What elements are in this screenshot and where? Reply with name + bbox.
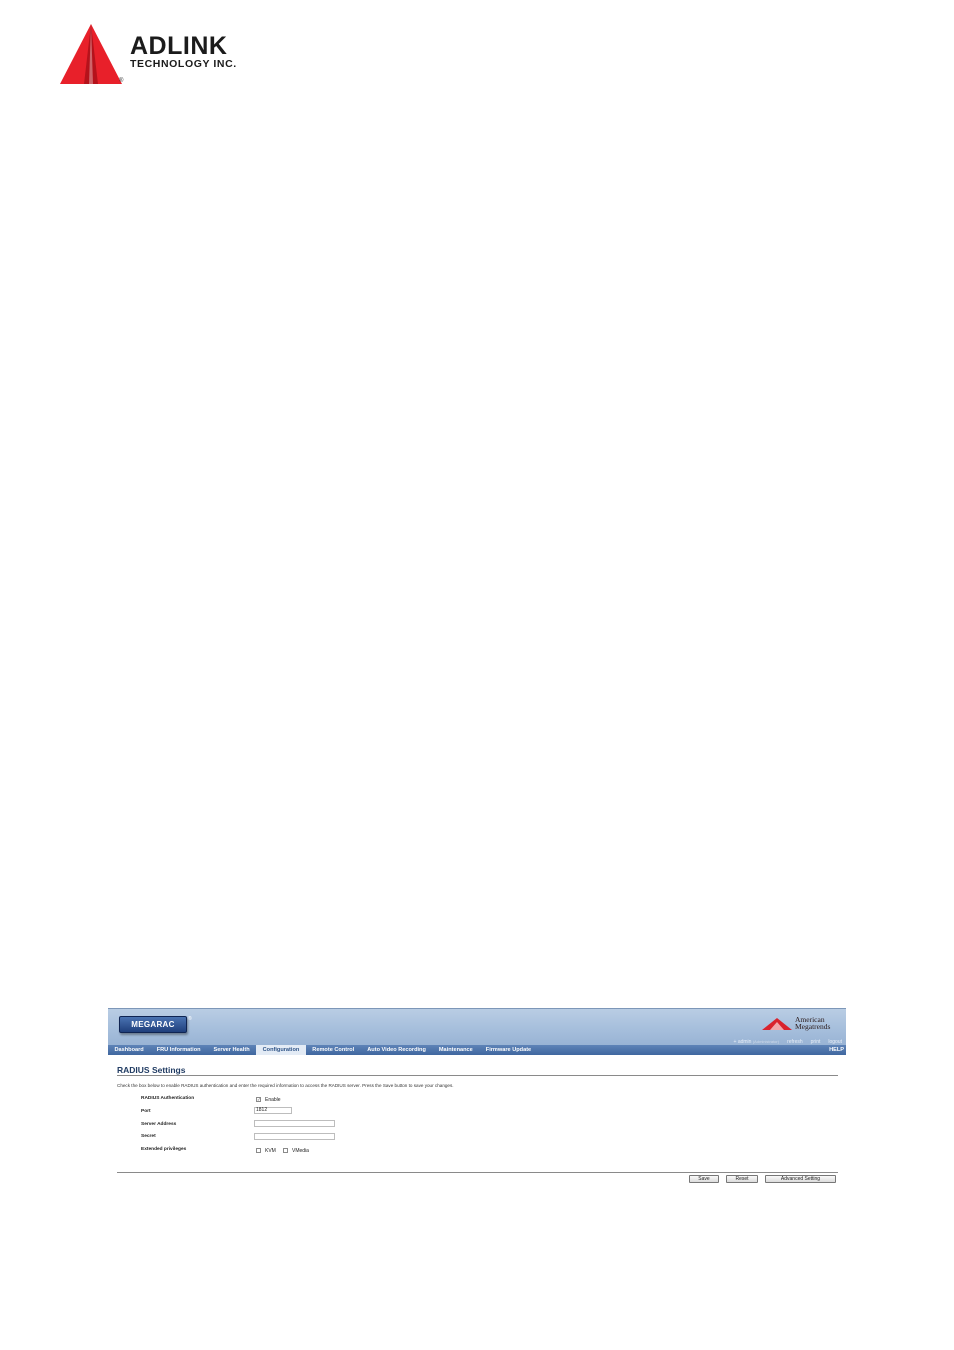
ami-mountain-icon bbox=[762, 1018, 792, 1030]
radius-auth-label: RADIUS Authentication bbox=[141, 1096, 195, 1101]
extended-privileges-label: Extended privileges bbox=[141, 1147, 187, 1152]
adlink-subtitle: TECHNOLOGY INC. bbox=[130, 58, 237, 70]
advanced-setting-button[interactable]: Advanced Setting bbox=[765, 1175, 836, 1183]
server-address-input[interactable] bbox=[254, 1120, 335, 1127]
kvm-checkbox[interactable] bbox=[256, 1148, 261, 1153]
page-description: Check the box below to enable RADIUS aut… bbox=[117, 1083, 454, 1088]
megarac-registered: ® bbox=[188, 1016, 192, 1022]
megarac-logo: MEGARAC bbox=[119, 1016, 187, 1033]
nav-auto-video-recording[interactable]: Auto Video Recording bbox=[361, 1045, 433, 1055]
vmedia-checkbox[interactable] bbox=[283, 1148, 288, 1153]
nav-server-health[interactable]: Server Health bbox=[207, 1045, 256, 1055]
secret-label: Secret bbox=[141, 1134, 156, 1139]
nav-fru-information[interactable]: FRU Information bbox=[150, 1045, 207, 1055]
adlink-triangle-icon bbox=[60, 24, 122, 84]
megarac-screenshot: MEGARAC ® American Megatrends + admin (A… bbox=[108, 1008, 846, 1188]
nav-remote-control[interactable]: Remote Control bbox=[306, 1045, 361, 1055]
enable-label: Enable bbox=[265, 1096, 281, 1103]
page-title: RADIUS Settings bbox=[117, 1065, 186, 1075]
save-button[interactable]: Save bbox=[689, 1175, 719, 1183]
port-input[interactable]: 1812 bbox=[254, 1107, 292, 1114]
ami-logo: American Megatrends bbox=[762, 1016, 842, 1034]
nav-maintenance[interactable]: Maintenance bbox=[432, 1045, 479, 1055]
adlink-name: ADLINK bbox=[130, 32, 228, 60]
nav-configuration[interactable]: Configuration bbox=[256, 1045, 306, 1055]
server-address-label: Server Address bbox=[141, 1122, 177, 1127]
ami-name: American Megatrends bbox=[795, 1015, 831, 1031]
help-link[interactable]: HELP bbox=[829, 1045, 844, 1055]
nav-dashboard[interactable]: Dashboard bbox=[108, 1045, 150, 1055]
port-label: Port bbox=[141, 1109, 151, 1114]
title-divider bbox=[117, 1075, 838, 1076]
reset-button[interactable]: Reset bbox=[726, 1175, 758, 1183]
adlink-registered: ® bbox=[119, 78, 124, 84]
nav-firmware-update[interactable]: Firmware Update bbox=[479, 1045, 537, 1055]
vmedia-label: VMedia bbox=[292, 1147, 309, 1154]
kvm-label: KVM bbox=[265, 1147, 276, 1154]
app-header: MEGARAC ® American Megatrends + admin (A… bbox=[108, 1008, 846, 1046]
enable-checkbox[interactable]: ✓ bbox=[256, 1097, 261, 1102]
adlink-logo: ADLINK TECHNOLOGY INC. ® bbox=[58, 22, 273, 90]
main-nav: Dashboard FRU Information Server Health … bbox=[108, 1045, 846, 1055]
bottom-divider bbox=[117, 1172, 838, 1173]
secret-input[interactable] bbox=[254, 1133, 335, 1140]
